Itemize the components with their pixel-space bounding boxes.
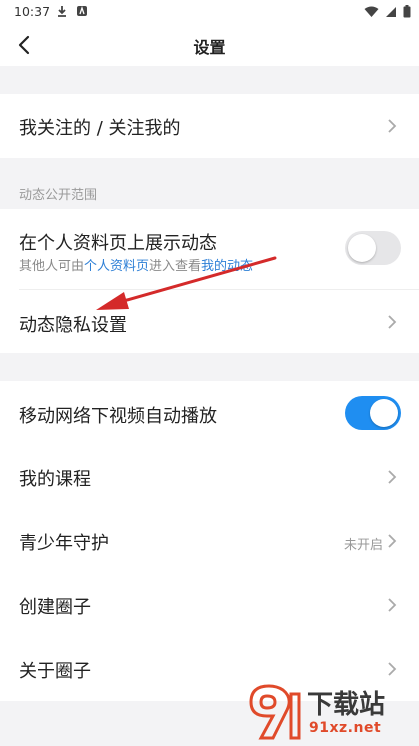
watermark-91-logo-icon bbox=[249, 684, 301, 740]
follow-list-row[interactable]: 我关注的 / 关注我的 bbox=[0, 94, 419, 158]
autoplay-row: 移动网络下视频自动播放 bbox=[0, 381, 419, 445]
navigation-bar: 设置 bbox=[0, 24, 419, 66]
chevron-right-icon bbox=[388, 534, 397, 548]
subtext-middle: 进入查看 bbox=[149, 259, 202, 274]
autoplay-toggle[interactable] bbox=[345, 396, 401, 430]
chevron-right-icon bbox=[388, 662, 397, 676]
dynamic-privacy-row[interactable]: 动态隐私设置 bbox=[0, 290, 419, 353]
status-notification-icons bbox=[56, 5, 88, 18]
show-dynamic-toggle[interactable] bbox=[345, 231, 401, 265]
battery-icon bbox=[403, 5, 411, 18]
subtext-prefix: 其他人可由 bbox=[19, 259, 85, 274]
chevron-right-icon bbox=[388, 119, 397, 133]
about-circle-label: 关于圈子 bbox=[19, 661, 91, 682]
youth-protection-row[interactable]: 青少年守护 未开启 bbox=[0, 509, 419, 573]
show-dynamic-label: 在个人资料页上展示动态 bbox=[19, 233, 217, 254]
wifi-icon bbox=[364, 6, 379, 17]
follow-card: 我关注的 / 关注我的 bbox=[0, 94, 419, 158]
dynamic-privacy-label: 动态隐私设置 bbox=[19, 315, 127, 336]
app-notification-icon bbox=[77, 5, 87, 16]
my-courses-label: 我的课程 bbox=[19, 469, 91, 490]
status-system-icons bbox=[364, 5, 411, 18]
youth-protection-label: 青少年守护 bbox=[19, 533, 109, 554]
download-icon bbox=[58, 6, 66, 17]
status-time: 10:37 bbox=[14, 4, 51, 19]
watermark-text: 下载站 bbox=[307, 690, 386, 720]
create-circle-row[interactable]: 创建圈子 bbox=[0, 573, 419, 637]
toggle-knob bbox=[370, 399, 398, 427]
watermark-subtext: 91xz.net bbox=[309, 720, 382, 736]
watermark-logo: 下载站 91xz.net bbox=[243, 680, 413, 744]
section-header-dynamic: 动态公开范围 bbox=[19, 188, 98, 203]
chevron-right-icon bbox=[388, 470, 397, 484]
show-dynamic-subtext: 其他人可由个人资料页进入查看我的动态 bbox=[19, 255, 253, 274]
chevron-right-icon bbox=[388, 598, 397, 612]
show-dynamic-row: 在个人资料页上展示动态 其他人可由个人资料页进入查看我的动态 bbox=[0, 209, 419, 289]
my-courses-row[interactable]: 我的课程 bbox=[0, 445, 419, 509]
page-title: 设置 bbox=[193, 38, 226, 57]
toggle-knob bbox=[348, 234, 376, 262]
autoplay-label: 移动网络下视频自动播放 bbox=[19, 406, 217, 427]
my-dynamic-link[interactable]: 我的动态 bbox=[201, 259, 253, 274]
profile-page-link[interactable]: 个人资料页 bbox=[84, 259, 149, 274]
chevron-right-icon bbox=[388, 315, 397, 329]
status-bar: 10:37 bbox=[0, 0, 419, 24]
general-settings-card: 移动网络下视频自动播放 我的课程 青少年守护 未开启 创建圈子 关于圈子 bbox=[0, 381, 419, 701]
follow-list-label: 我关注的 / 关注我的 bbox=[19, 118, 181, 139]
create-circle-label: 创建圈子 bbox=[19, 597, 91, 618]
cellular-signal-icon bbox=[386, 6, 396, 17]
dynamic-card: 在个人资料页上展示动态 其他人可由个人资料页进入查看我的动态 动态隐私设置 bbox=[0, 209, 419, 353]
youth-protection-status: 未开启 bbox=[343, 538, 383, 553]
